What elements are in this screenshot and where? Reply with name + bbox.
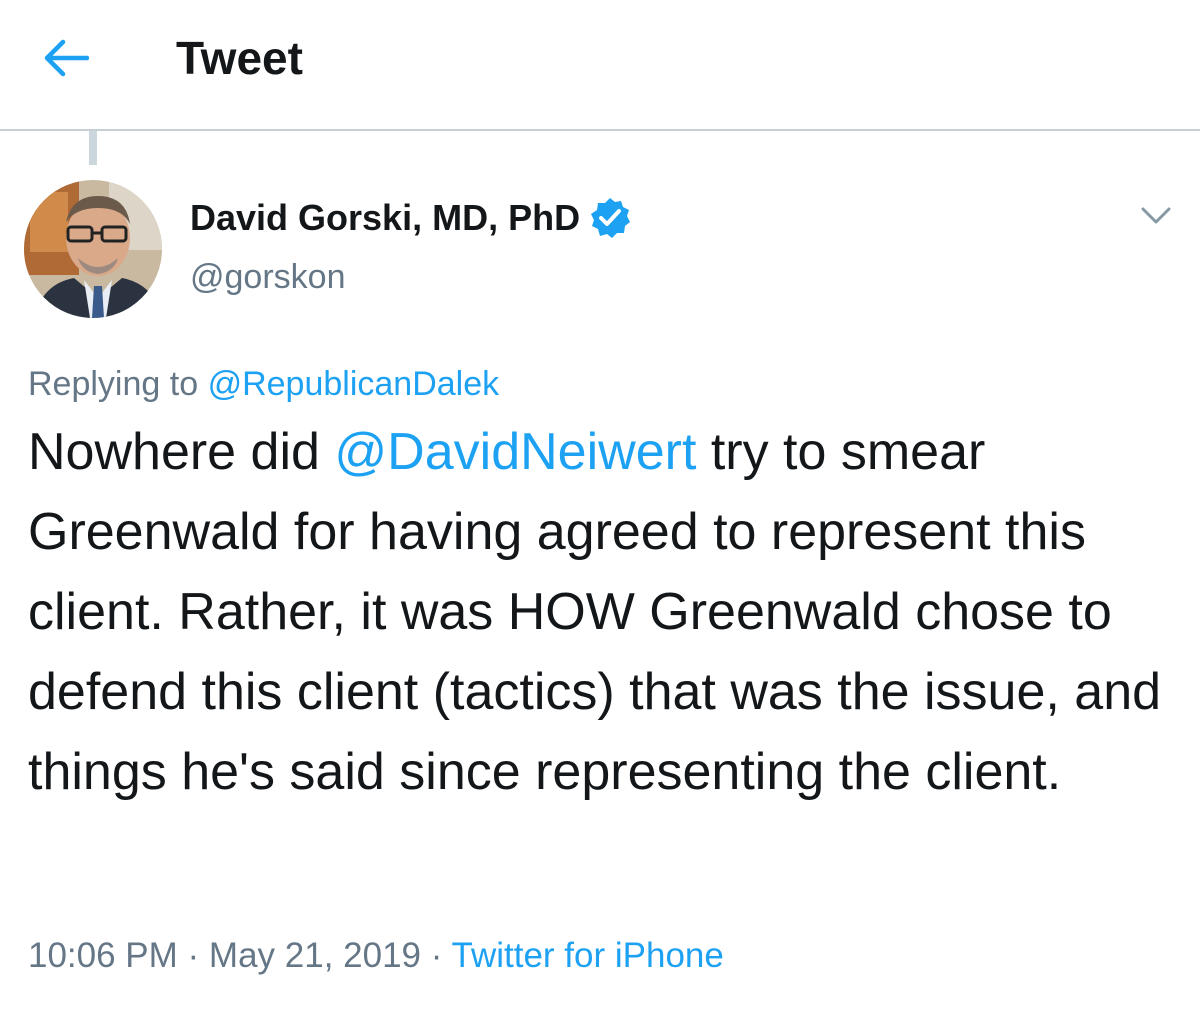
- mention-link[interactable]: @DavidNeiwert: [334, 423, 696, 481]
- author-name-text: David Gorski, MD, PhD: [190, 197, 581, 238]
- avatar-photo: [24, 180, 162, 318]
- page-title: Tweet: [176, 32, 303, 84]
- back-button[interactable]: [36, 28, 96, 88]
- tweet-text-part1: Nowhere did: [28, 423, 335, 481]
- tweet-menu-button[interactable]: [1136, 196, 1176, 236]
- top-bar: Tweet: [0, 0, 1200, 131]
- avatar[interactable]: [24, 180, 162, 318]
- author-handle[interactable]: @gorskon: [190, 255, 345, 299]
- replying-to-mention-link[interactable]: @RepublicanDalek: [208, 365, 500, 403]
- tweet-time[interactable]: 10:06 PM: [28, 936, 178, 975]
- meta-separator: ·: [177, 936, 209, 975]
- replying-to-line: Replying to @RepublicanDalek: [28, 362, 499, 406]
- tweet-date[interactable]: May 21, 2019: [209, 936, 421, 975]
- tweet-text: Nowhere did @DavidNeiwert try to smear G…: [28, 412, 1178, 812]
- chevron-down-icon: [1141, 207, 1171, 224]
- author-display-name[interactable]: David Gorski, MD, PhD: [190, 196, 632, 240]
- tweet-source-link[interactable]: Twitter for iPhone: [452, 936, 724, 975]
- meta-separator: ·: [421, 936, 452, 975]
- arrow-left-icon: [44, 39, 89, 77]
- replying-to-label: Replying to: [28, 365, 199, 403]
- thread-connector-line: [89, 131, 97, 165]
- verified-badge-icon: [588, 196, 632, 240]
- tweet-metadata: 10:06 PM · May 21, 2019 · Twitter for iP…: [28, 932, 724, 980]
